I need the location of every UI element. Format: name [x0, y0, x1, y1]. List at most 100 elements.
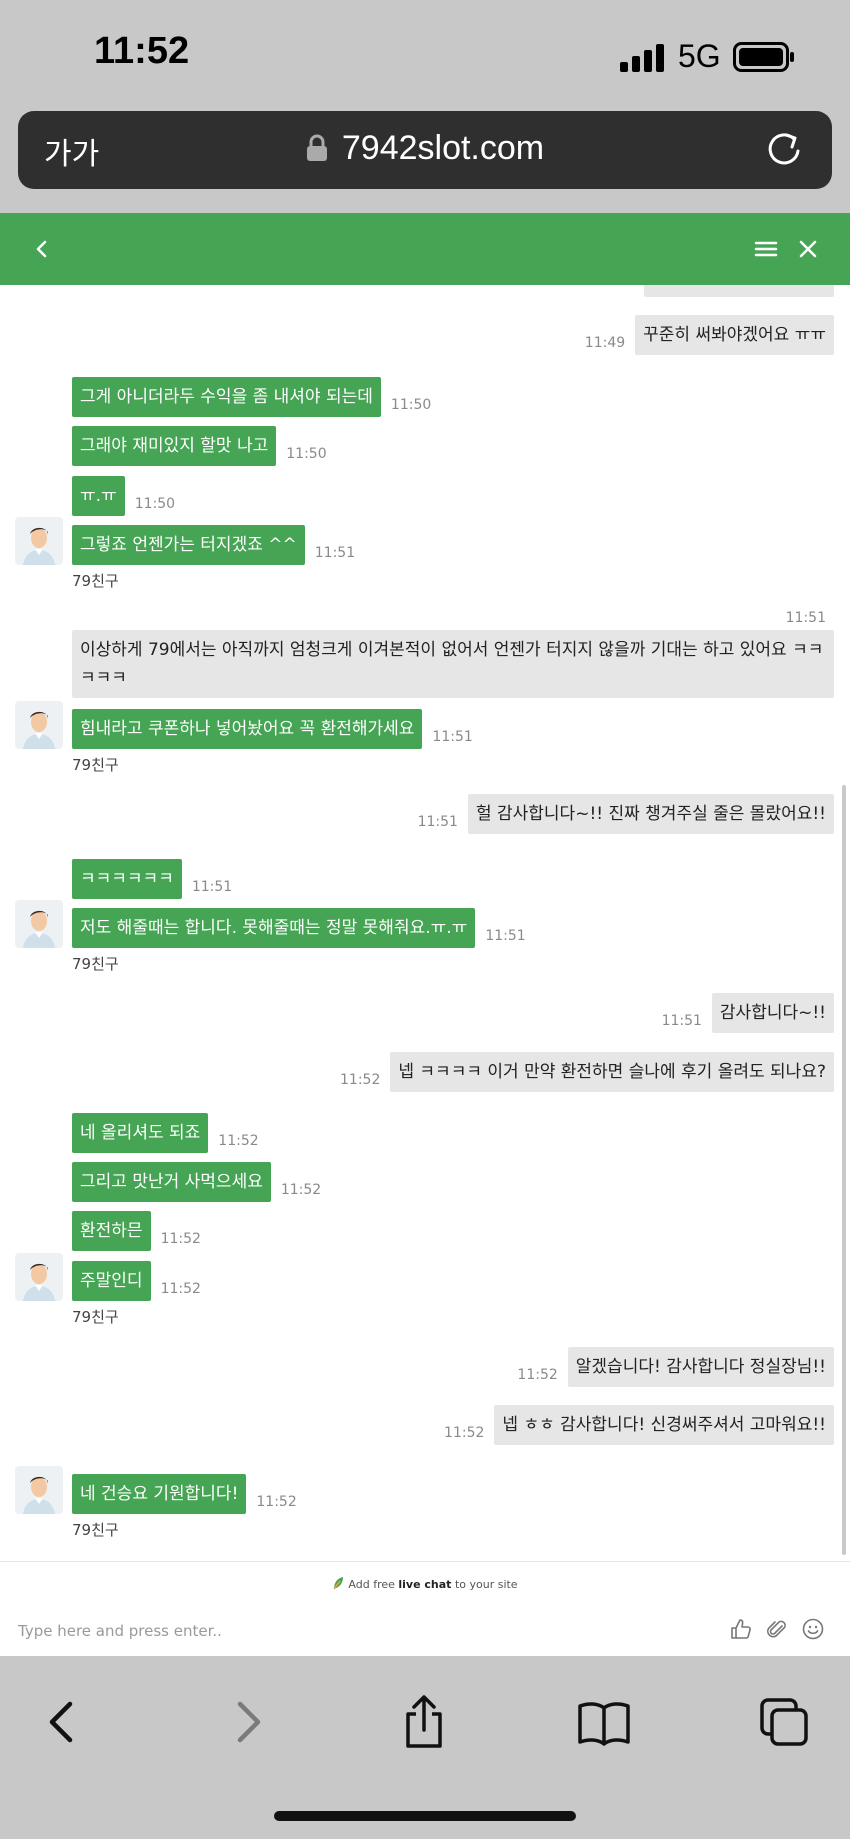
network-label: 5G — [678, 38, 721, 74]
address-bar[interactable]: 가가 7942slot.com — [18, 111, 832, 189]
agent-name: 79친구 — [72, 756, 119, 774]
message-row: 11:51 헐 감사합니다~!! 진짜 챙겨주실 줄은 몰랐어요!! — [418, 794, 834, 834]
message-time: 11:52 — [218, 1133, 259, 1149]
message-time: 11:52 — [280, 1182, 322, 1198]
message-row: 11:51 이상하게 79에서는 아직까지 엄청크게 이겨본적이 없어서 언젠가 … — [62, 610, 834, 698]
signal-icon — [620, 44, 664, 72]
chat-header — [0, 213, 850, 285]
leaf-icon — [333, 1577, 344, 1590]
agent-message-bubble: 네 건승요 기원합니다! — [72, 1474, 247, 1514]
message-time: 11:51 — [314, 545, 356, 561]
agent-message-bubble: 힘내라고 쿠폰하나 넣어놨어요 꼭 환전해가세요 — [72, 709, 423, 749]
message-row: 11:52 넵 ㅋㅋㅋㅋ 이거 만약 환전하면 슬나에 후기 올려도 되나요? — [340, 1052, 834, 1092]
chat-message-list[interactable]: 11:49 꾸준히 써봐야겠어요 ㅠㅠ 그게 아니더라두 수익을 좀 내셔야 되는… — [0, 285, 850, 1561]
message-row: 그게 아니더라두 수익을 좀 내셔야 되는데 11:50 — [72, 377, 431, 417]
user-message-bubble: 알겠습니다! 감사합니다 정실장님!! — [567, 1347, 834, 1387]
agent-message-bubble: 환전하믄 — [72, 1211, 151, 1251]
message-row: 주말인디 11:52 — [72, 1261, 201, 1301]
message-time: 11:52 — [160, 1231, 201, 1247]
message-time: 11:50 — [286, 446, 327, 462]
back-icon[interactable] — [28, 235, 56, 263]
promo-suffix: to your site — [454, 1578, 518, 1591]
message-time: 11:51 — [661, 1013, 702, 1029]
message-time: 11:52 — [256, 1494, 297, 1510]
message-time: 11:51 — [432, 729, 473, 745]
message-time: 11:51 — [417, 814, 458, 830]
message-row-clipped — [644, 285, 834, 297]
agent-message-bubble: 그리고 맛난거 사먹으세요 — [72, 1162, 271, 1202]
agent-name: 79친구 — [72, 955, 119, 973]
promo-link[interactable]: Add free live chat to your site — [0, 1576, 850, 1591]
status-bar: 11:52 5G — [0, 0, 850, 110]
paperclip-icon[interactable] — [766, 1618, 788, 1640]
lock-icon — [306, 134, 327, 161]
message-row: 힘내라고 쿠폰하나 넣어놨어요 꼭 환전해가세요 11:51 — [72, 709, 473, 749]
agent-avatar — [15, 900, 63, 948]
message-row: 그래야 재미있지 할맛 나고 11:50 — [72, 426, 327, 466]
agent-message-bubble: ㅋㅋㅋㅋㅋㅋ — [72, 859, 182, 899]
user-message-bubble: 꾸준히 써봐야겠어요 ㅠㅠ — [635, 315, 834, 355]
menu-icon[interactable] — [752, 235, 780, 263]
agent-avatar — [15, 1253, 63, 1301]
battery-icon — [733, 42, 794, 72]
tabs-icon[interactable] — [756, 1694, 812, 1750]
message-time: 11:50 — [134, 496, 176, 512]
message-row: 그리고 맛난거 사먹으세요 11:52 — [72, 1162, 321, 1202]
agent-message-bubble: 그래야 재미있지 할맛 나고 — [72, 426, 277, 466]
agent-message-bubble: 저도 해줄때는 합니다. 못해줄때는 정말 못해줘요.ㅠ.ㅠ — [72, 908, 476, 948]
message-time: 11:52 — [444, 1425, 485, 1441]
reload-icon[interactable] — [764, 129, 804, 169]
message-time: 11:50 — [390, 397, 432, 413]
chat-scrollbar[interactable] — [842, 785, 846, 1555]
bookmarks-icon[interactable] — [576, 1694, 632, 1750]
promo-prefix: Add free — [348, 1578, 395, 1591]
agent-name: 79친구 — [72, 572, 119, 590]
message-row: 저도 해줄때는 합니다. 못해줄때는 정말 못해줘요.ㅠ.ㅠ 11:51 — [72, 908, 526, 948]
chat-footer: Add free live chat to your site — [0, 1561, 850, 1656]
url-field[interactable]: 7942slot.com — [18, 129, 832, 168]
message-row: 11:51 감사합니다~!! — [662, 993, 834, 1033]
clipped-bubble — [644, 285, 834, 297]
message-time: 11:51 — [785, 610, 826, 626]
message-row: 11:49 꾸준히 써봐야겠어요 ㅠㅠ — [585, 315, 834, 355]
message-row: 네 건승요 기원합니다! 11:52 — [72, 1474, 297, 1514]
emoji-icon[interactable] — [802, 1618, 824, 1640]
agent-avatar — [15, 701, 63, 749]
agent-message-bubble: ㅠ.ㅠ — [72, 476, 125, 516]
agent-name: 79친구 — [72, 1308, 119, 1326]
agent-message-bubble: 주말인디 — [72, 1261, 151, 1301]
back-arrow-icon[interactable] — [36, 1694, 92, 1750]
thumbs-up-icon[interactable] — [730, 1618, 752, 1640]
user-message-bubble: 헐 감사합니다~!! 진짜 챙겨주실 줄은 몰랐어요!! — [467, 794, 834, 834]
forward-arrow-icon[interactable] — [218, 1694, 274, 1750]
message-input[interactable] — [18, 1616, 698, 1646]
home-indicator — [274, 1811, 576, 1821]
message-time: 11:52 — [517, 1367, 558, 1383]
message-row: 네 올리셔도 되죠 11:52 — [72, 1113, 259, 1153]
promo-bold: live chat — [398, 1578, 452, 1591]
agent-message-bubble: 그게 아니더라두 수익을 좀 내셔야 되는데 — [72, 377, 381, 417]
message-time: 11:51 — [485, 928, 526, 944]
user-message-bubble: 넵 ㅎㅎ 감사합니다! 신경써주셔서 고마워요!! — [494, 1405, 834, 1445]
message-row: 그렇죠 언젠가는 터지겠죠 ^^ 11:51 — [72, 525, 355, 565]
message-row: 환전하믄 11:52 — [72, 1211, 201, 1251]
message-row: 11:52 알겠습니다! 감사합니다 정실장님!! — [517, 1347, 834, 1387]
agent-message-bubble: 네 올리셔도 되죠 — [72, 1113, 209, 1153]
message-time: 11:52 — [160, 1281, 201, 1297]
close-icon[interactable] — [794, 235, 822, 263]
agent-avatar — [15, 1466, 63, 1514]
message-row: 11:52 넵 ㅎㅎ 감사합니다! 신경써주셔서 고마워요!! — [444, 1405, 834, 1445]
agent-name: 79친구 — [72, 1521, 119, 1539]
status-time: 11:52 — [94, 30, 190, 72]
user-message-bubble: 넵 ㅋㅋㅋㅋ 이거 만약 환전하면 슬나에 후기 올려도 되나요? — [390, 1052, 834, 1092]
message-time: 11:51 — [191, 879, 233, 895]
user-message-bubble: 감사합니다~!! — [711, 993, 834, 1033]
user-message-bubble: 이상하게 79에서는 아직까지 엄청크게 이겨본적이 없어서 언젠가 터지지 않… — [72, 630, 834, 698]
url-text: 7942slot.com — [341, 129, 545, 167]
agent-message-bubble: 그렇죠 언젠가는 터지겠죠 ^^ — [72, 525, 305, 565]
share-icon[interactable] — [396, 1694, 452, 1750]
message-time: 11:49 — [584, 335, 626, 351]
agent-avatar — [15, 517, 63, 565]
message-row: ㅠ.ㅠ 11:50 — [72, 476, 175, 516]
message-time: 11:52 — [340, 1072, 381, 1088]
